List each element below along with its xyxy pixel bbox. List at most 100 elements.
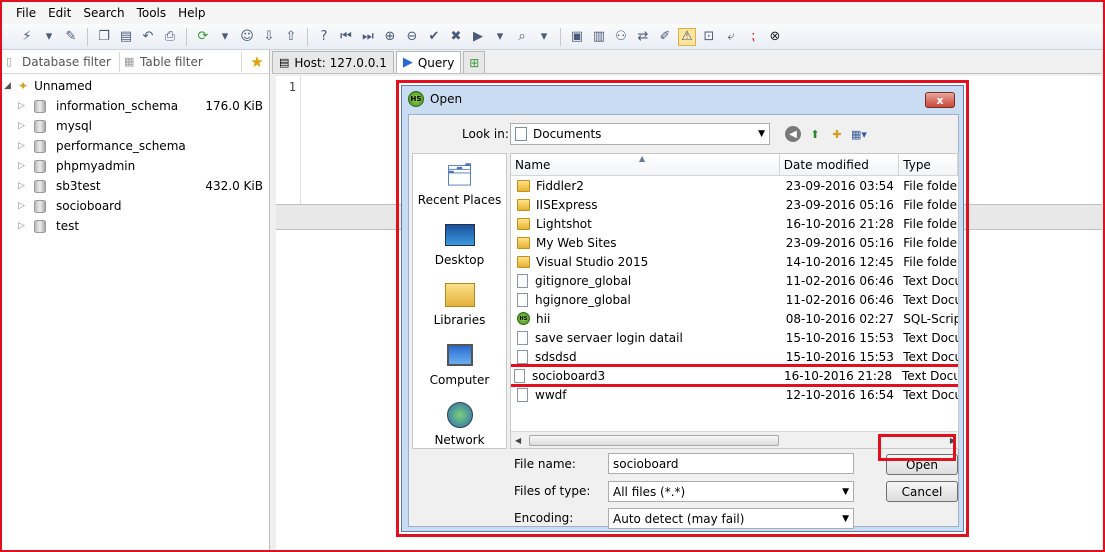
file-date: 11-02-2016 06:46 (785, 273, 894, 288)
find-icon[interactable]: ⌕ (513, 28, 531, 46)
user-manager-icon[interactable]: ☺ (238, 28, 256, 46)
disconnect-icon[interactable]: ✎ (62, 28, 80, 46)
tree-item-database[interactable]: ▷ information_schema 176.0 KiB (2, 96, 269, 116)
replace-icon[interactable]: ⇄ (634, 28, 652, 46)
file-name-input[interactable]: socioboard (608, 453, 854, 474)
post-icon[interactable]: ✔ (425, 28, 443, 46)
run-icon[interactable]: ▶ (469, 28, 487, 46)
tab-bar: ▤ Host: 127.0.0.1 ▶ Query ⊞ (272, 51, 1102, 74)
paste-icon[interactable]: ▤ (117, 28, 135, 46)
table-filter-input[interactable]: ▦ Table filter (120, 51, 242, 72)
dropdown-arrow-icon[interactable]: ▾ (535, 28, 553, 46)
delete-row-icon[interactable]: ⊖ (403, 28, 421, 46)
place-libraries[interactable]: Libraries (413, 274, 506, 334)
place-recent-places[interactable]: 🗂 Recent Places (413, 154, 506, 214)
tree-item-database[interactable]: ▷ sb3test 432.0 KiB (2, 176, 269, 196)
cancel-button[interactable]: Cancel (886, 481, 958, 502)
file-row[interactable]: sdsdsd 15-10-2016 15:53 Text Docu (511, 347, 958, 366)
copy-icon[interactable]: ❐ (95, 28, 113, 46)
tree-item-database[interactable]: ▷ test (2, 216, 269, 236)
menu-help[interactable]: Help (178, 6, 205, 20)
scrollbar-thumb[interactable] (529, 435, 779, 446)
new-folder-icon[interactable]: ✚ (829, 126, 845, 142)
menu-edit[interactable]: Edit (48, 6, 71, 20)
warning-icon[interactable]: ⚠ (678, 27, 696, 46)
dropdown-arrow-icon[interactable]: ▾ (491, 28, 509, 46)
help-icon[interactable]: ? (315, 28, 333, 46)
load-sql-icon[interactable]: ▥ (590, 28, 608, 46)
tab-host[interactable]: ▤ Host: 127.0.0.1 (272, 51, 394, 73)
file-row[interactable]: Fiddler2 23-09-2016 03:54 File folder (511, 176, 958, 195)
look-in-select[interactable]: Documents ▼ (510, 123, 770, 145)
print-icon[interactable]: ⎙ (161, 28, 179, 46)
file-row[interactable]: Lightshot 16-10-2016 21:28 File folder (511, 214, 958, 233)
database-filter-input[interactable]: ▯ Database filter (2, 51, 120, 72)
column-name[interactable]: Name (511, 154, 780, 176)
file-type: Text Docu (903, 349, 958, 364)
expand-arrow-icon[interactable]: ▷ (18, 121, 30, 131)
refresh-icon[interactable]: ⟳ (194, 28, 212, 46)
menu-tools[interactable]: Tools (137, 6, 167, 20)
expand-arrow-icon[interactable]: ▷ (18, 101, 30, 111)
place-network[interactable]: Network (413, 394, 506, 454)
edit-icon[interactable]: ✐ (656, 28, 674, 46)
place-computer[interactable]: Computer (413, 334, 506, 394)
encoding-select[interactable]: Auto detect (may fail) ▼ (608, 508, 854, 529)
hex-icon[interactable]: ⊡ (700, 28, 718, 46)
file-name: IISExpress (536, 197, 598, 212)
tab-query[interactable]: ▶ Query (395, 51, 462, 73)
undo-icon[interactable]: ↶ (139, 28, 157, 46)
favorites-star-icon[interactable]: ★ (242, 52, 268, 72)
file-row[interactable]: gitignore_global 11-02-2016 06:46 Text Doc… (511, 271, 958, 290)
column-date-modified[interactable]: Date modified (780, 154, 900, 176)
import-icon[interactable]: ⇩ (260, 28, 278, 46)
file-row[interactable]: HS hii 08-10-2016 02:27 SQL-Scrip (511, 309, 958, 328)
file-type: Text Docu (903, 292, 958, 307)
cancel-edit-icon[interactable]: ✖ (447, 28, 465, 46)
encoding-value: Auto detect (may fail) (613, 511, 745, 526)
file-row[interactable]: My Web Sites 23-09-2016 05:16 File folder (511, 233, 958, 252)
expand-arrow-icon[interactable]: ▷ (18, 201, 30, 211)
last-record-icon[interactable]: ⏭ (359, 28, 377, 46)
wrap-icon[interactable]: ⤶ (722, 28, 740, 46)
place-desktop[interactable]: Desktop (413, 214, 506, 274)
first-record-icon[interactable]: ⏮ (337, 28, 355, 46)
file-row[interactable]: IISExpress 23-09-2016 05:16 File folder (511, 195, 958, 214)
tree-item-database[interactable]: ▷ performance_schema (2, 136, 269, 156)
binoculars-icon[interactable]: ⚇ (612, 28, 630, 46)
file-row[interactable]: hgignore_global 11-02-2016 06:46 Text Docu (511, 290, 958, 309)
scroll-left-icon[interactable]: ◀ (515, 436, 521, 445)
folder-icon (517, 217, 530, 230)
up-folder-icon[interactable]: ⬆ (807, 126, 823, 142)
add-row-icon[interactable]: ⊕ (381, 28, 399, 46)
expand-arrow-icon[interactable]: ▷ (18, 181, 30, 191)
back-icon[interactable]: ◀ (785, 126, 801, 142)
file-row[interactable]: Visual Studio 2015 14-10-2016 12:45 File f… (511, 252, 958, 271)
menu-search[interactable]: Search (83, 6, 124, 20)
expand-arrow-icon[interactable]: ▷ (18, 221, 30, 231)
bracket-icon[interactable]: ⁏ (744, 28, 762, 46)
stop-icon[interactable]: ⊗ (766, 28, 784, 46)
new-query-tab-icon[interactable]: ⊞ (463, 51, 486, 73)
view-menu-icon[interactable]: ▦▾ (851, 126, 867, 142)
expand-arrow-icon[interactable]: ▷ (18, 141, 30, 151)
column-type[interactable]: Type (899, 154, 958, 176)
file-row[interactable]: save servaer login datail 15-10-2016 15:5… (511, 328, 958, 347)
tree-item-database[interactable]: ▷ mysql (2, 116, 269, 136)
dialog-titlebar[interactable]: HS Open (402, 86, 963, 112)
connect-icon[interactable]: ⚡ (18, 28, 36, 46)
dropdown-arrow-icon[interactable]: ▾ (40, 28, 58, 46)
tree-item-database[interactable]: ▷ socioboard (2, 196, 269, 216)
expand-arrow-icon[interactable]: ▷ (18, 161, 30, 171)
tree-item-database[interactable]: ▷ phpmyadmin (2, 156, 269, 176)
collapse-arrow-icon[interactable]: ◢ (4, 81, 16, 91)
export-icon[interactable]: ⇧ (282, 28, 300, 46)
tree-root-session[interactable]: ◢ ✦ Unnamed (2, 76, 269, 96)
file-row[interactable]: socioboard3 16-10-2016 21:28 Text Docu (511, 364, 958, 387)
dropdown-arrow-icon[interactable]: ▾ (216, 28, 234, 46)
menu-file[interactable]: File (16, 6, 36, 20)
file-row[interactable]: wwdf 12-10-2016 16:54 Text Docu (511, 385, 958, 404)
files-of-type-select[interactable]: All files (*.*) ▼ (608, 481, 854, 502)
save-icon[interactable]: ▣ (568, 28, 586, 46)
close-button[interactable]: x (925, 92, 955, 108)
